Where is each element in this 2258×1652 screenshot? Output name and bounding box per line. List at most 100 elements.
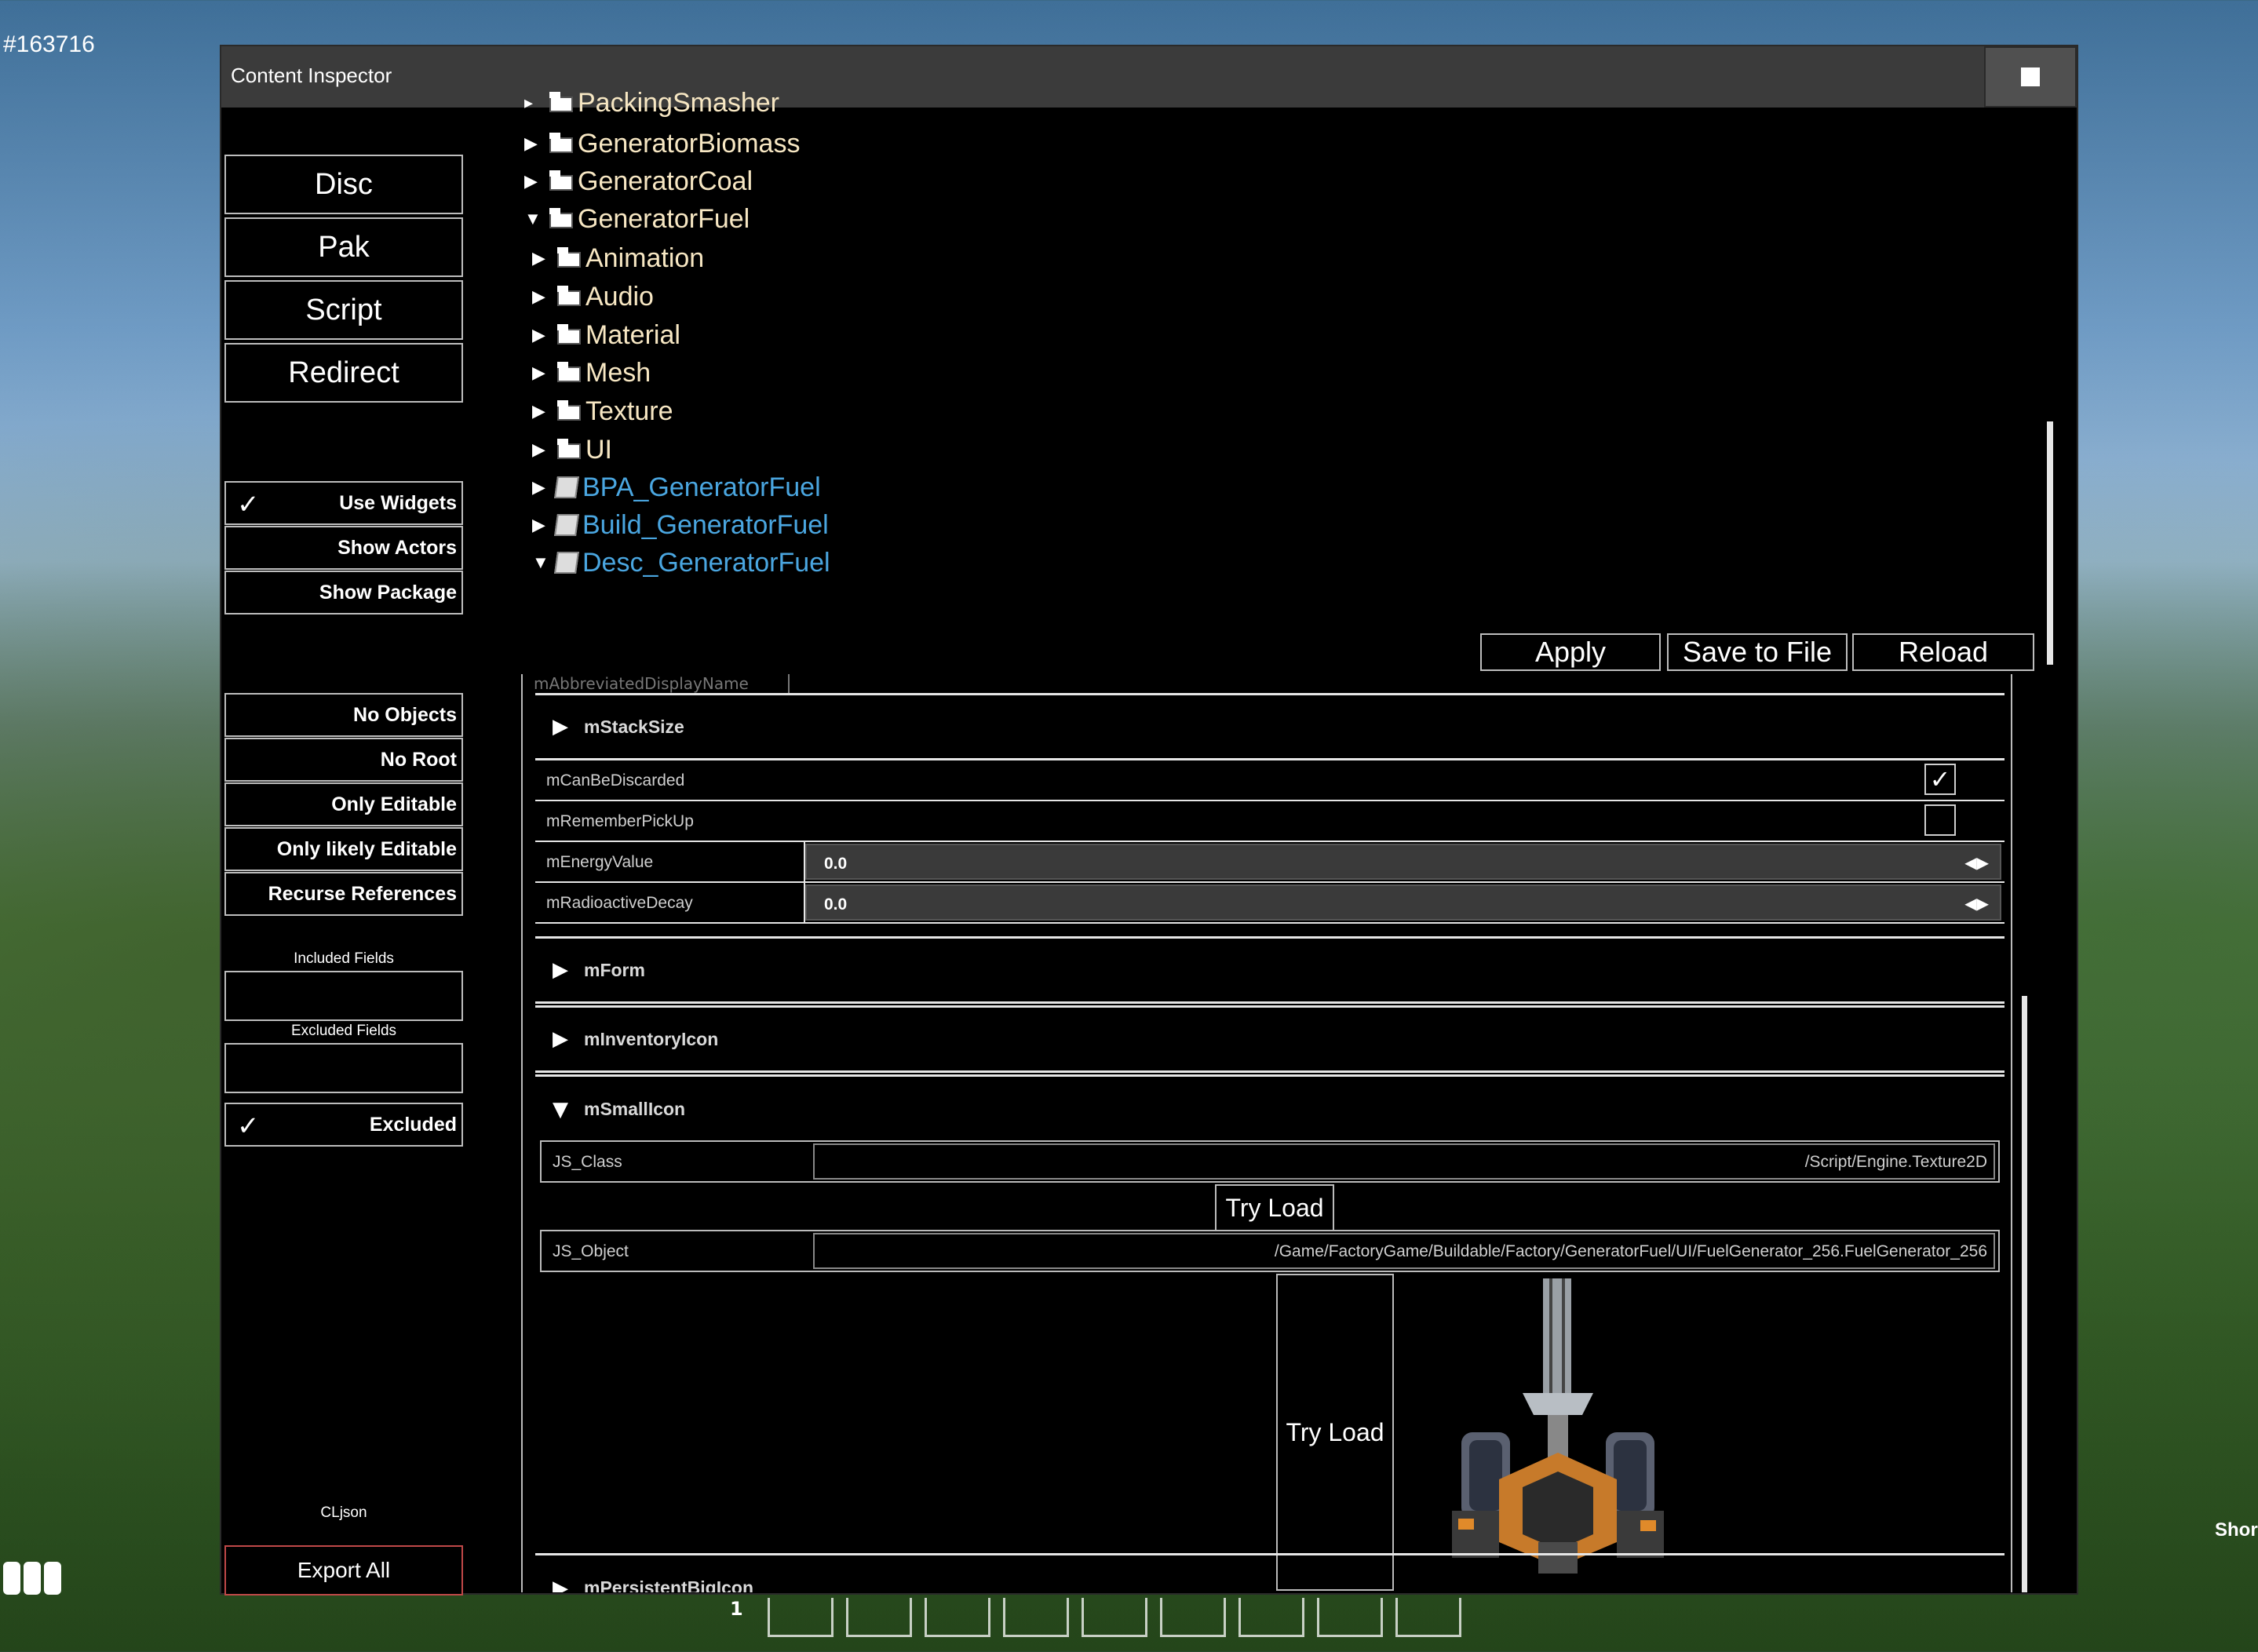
- collapse-arrow-icon[interactable]: ▼: [553, 1098, 576, 1121]
- excluded-toggle[interactable]: ✓ Excluded: [224, 1103, 463, 1147]
- recurse-references-label: Recurse References: [268, 882, 457, 905]
- show-package-toggle[interactable]: Show Package: [224, 571, 463, 614]
- collapse-arrow-icon[interactable]: ▼: [532, 552, 556, 573]
- section-minventoryicon[interactable]: ▶ mInventoryIcon: [535, 1005, 2004, 1073]
- only-editable-toggle[interactable]: Only Editable: [224, 782, 463, 826]
- expand-arrow-icon[interactable]: ▶: [532, 248, 556, 268]
- expand-arrow-icon[interactable]: ▶: [524, 133, 548, 154]
- expand-arrow-icon[interactable]: ▶: [532, 401, 556, 421]
- tree-item-mesh[interactable]: ▶ Mesh: [532, 354, 651, 392]
- checkmark-icon: ✓: [1929, 764, 1951, 794]
- blueprint-asset-icon: [554, 514, 579, 536]
- energy-value-input[interactable]: 0.0 ◀▶: [805, 844, 2001, 880]
- folder-icon: [556, 247, 582, 269]
- expand-arrow-icon[interactable]: ▶: [553, 1577, 576, 1593]
- expand-arrow-icon[interactable]: ▶: [532, 363, 556, 383]
- tree-item-generatorbiomass[interactable]: ▶ GeneratorBiomass: [524, 125, 800, 162]
- no-objects-toggle[interactable]: No Objects: [224, 693, 463, 737]
- save-to-file-button[interactable]: Save to File: [1667, 633, 1848, 671]
- can-be-discarded-checkbox[interactable]: ✓: [1924, 764, 1956, 795]
- spin-arrows-icon[interactable]: ◀▶: [1964, 853, 1989, 872]
- blueprint-asset-icon: [554, 476, 579, 498]
- expand-arrow-icon[interactable]: ▶: [532, 477, 556, 498]
- apply-button[interactable]: Apply: [1480, 633, 1661, 671]
- use-widgets-toggle[interactable]: ✓ Use Widgets: [224, 481, 463, 525]
- use-widgets-label: Use Widgets: [339, 491, 457, 514]
- mode-script-button[interactable]: Script: [224, 280, 463, 340]
- radioactive-decay-input[interactable]: 0.0 ◀▶: [805, 884, 2001, 921]
- mode-pak-button[interactable]: Pak: [224, 217, 463, 277]
- js-class-row: JS_Class /Script/Engine.Texture2D: [540, 1140, 2000, 1183]
- try-load-preview-button[interactable]: Try Load: [1276, 1274, 1394, 1591]
- stop-icon: [2021, 67, 2040, 86]
- section-mform[interactable]: ▶ mForm: [535, 936, 2004, 1004]
- tree-item-generatorcoal[interactable]: ▶ GeneratorCoal: [524, 162, 753, 200]
- prop-row-mradioactivedecay: mRadioactiveDecay 0.0 ◀▶: [535, 883, 2004, 924]
- tree-item-desc-generatorfuel[interactable]: ▼ Desc_GeneratorFuel: [532, 544, 830, 582]
- folder-open-icon: [548, 208, 575, 230]
- tree-item-bpa-generatorfuel[interactable]: ▶ BPA_GeneratorFuel: [532, 469, 821, 506]
- js-object-row: JS_Object /Game/FactoryGame/Buildable/Fa…: [540, 1230, 2000, 1272]
- folder-icon: [548, 92, 575, 114]
- remember-pickup-checkbox[interactable]: [1924, 804, 1956, 836]
- collapse-arrow-icon[interactable]: ▼: [524, 209, 548, 229]
- format-label: CLjson: [320, 1504, 367, 1521]
- js-class-field[interactable]: /Script/Engine.Texture2D: [813, 1143, 1995, 1180]
- recurse-references-toggle[interactable]: Recurse References: [224, 872, 463, 916]
- show-actors-toggle[interactable]: Show Actors: [224, 526, 463, 570]
- content-inspector-window: Content Inspector Disc Pak Script Redire…: [220, 45, 2078, 1595]
- mode-disc-button[interactable]: Disc: [224, 155, 463, 214]
- excluded-fields-input[interactable]: [224, 1043, 463, 1093]
- no-root-toggle[interactable]: No Root: [224, 738, 463, 782]
- hud-left-indicator: [0, 1562, 71, 1601]
- section-msmallicon[interactable]: ▼ mSmallIcon: [535, 1074, 2004, 1142]
- expand-arrow-icon[interactable]: ▶: [532, 325, 556, 345]
- export-all-button[interactable]: Export All: [224, 1545, 463, 1595]
- excluded-label: Excluded: [369, 1113, 457, 1136]
- expand-arrow-icon[interactable]: ▶: [532, 439, 556, 460]
- mode-redirect-button[interactable]: Redirect: [224, 343, 463, 403]
- expand-arrow-icon[interactable]: ▶: [553, 1027, 576, 1051]
- property-panel: mAbbreviatedDisplayName ▶ mStackSize mCa…: [521, 674, 2012, 1592]
- only-likely-editable-toggle[interactable]: Only likely Editable: [224, 827, 463, 871]
- folder-icon: [548, 170, 575, 192]
- excluded-fields-label: Excluded Fields: [290, 1023, 397, 1039]
- expand-arrow-icon[interactable]: ▶: [532, 515, 556, 535]
- included-fields-input[interactable]: [224, 971, 463, 1021]
- content-tree: ▸ PackingSmasher ▶ GeneratorBiomass ▶ Gener…: [524, 92, 2070, 641]
- tree-item-animation[interactable]: ▶ Animation: [532, 239, 704, 277]
- prop-row-mrememberpickup: mRememberPickUp: [535, 801, 2004, 842]
- folder-icon: [556, 400, 582, 422]
- tree-item-generatorfuel[interactable]: ▼ GeneratorFuel: [524, 200, 750, 238]
- show-package-label: Show Package: [319, 581, 457, 604]
- js-object-field[interactable]: /Game/FactoryGame/Buildable/Factory/Gene…: [813, 1233, 1995, 1269]
- window-title: Content Inspector: [231, 64, 392, 87]
- tree-item-texture[interactable]: ▶ Texture: [532, 392, 673, 430]
- checkmark-icon: ✓: [237, 490, 260, 520]
- only-editable-label: Only Editable: [331, 793, 457, 815]
- expand-arrow-icon[interactable]: ▶: [553, 958, 576, 982]
- tree-item-material[interactable]: ▶ Material: [532, 316, 680, 354]
- hud-shortcut-label: Short: [2215, 1519, 2258, 1541]
- expand-arrow-icon[interactable]: ▶: [532, 286, 556, 307]
- tree-item[interactable]: ▸ PackingSmasher: [524, 92, 779, 122]
- section-mpersistentbigicon[interactable]: ▶ mPersistentBigIcon: [535, 1553, 2004, 1592]
- tree-scrollbar[interactable]: [2047, 421, 2053, 665]
- try-load-button[interactable]: Try Load: [1215, 1184, 1334, 1231]
- checkmark-icon: ✓: [237, 1111, 260, 1141]
- tree-item-ui[interactable]: ▶ UI: [532, 431, 612, 469]
- expand-arrow-icon[interactable]: ▶: [553, 715, 576, 738]
- prop-row-menergyvalue: mEnergyValue 0.0 ◀▶: [535, 842, 2004, 883]
- property-scrollbar[interactable]: [2022, 996, 2027, 1592]
- section-mstacksize[interactable]: ▶ mStackSize: [535, 693, 2004, 760]
- tree-item-build-generatorfuel[interactable]: ▶ Build_GeneratorFuel: [532, 506, 829, 544]
- session-id-text: #163716: [3, 31, 95, 57]
- show-actors-label: Show Actors: [337, 536, 457, 559]
- expand-arrow-icon[interactable]: ▶: [524, 171, 548, 191]
- sidebar: Disc Pak Script Redirect ✓ Use Widgets S…: [224, 111, 465, 1595]
- tree-item-audio[interactable]: ▶ Audio: [532, 278, 654, 315]
- reload-button[interactable]: Reload: [1852, 633, 2034, 671]
- fuel-generator-preview-image: [1452, 1278, 1664, 1574]
- spin-arrows-icon[interactable]: ◀▶: [1964, 894, 1989, 913]
- no-objects-label: No Objects: [353, 703, 457, 726]
